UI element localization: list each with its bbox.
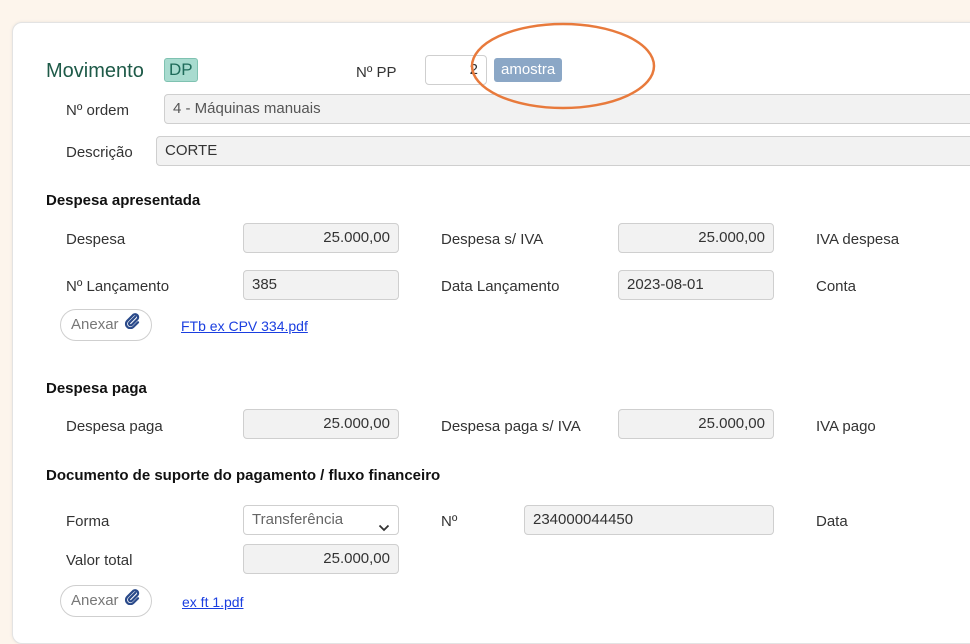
forma-label: Forma — [66, 513, 110, 530]
sample-badge: amostra — [494, 58, 563, 82]
valor-total-label: Valor total — [66, 552, 133, 569]
paperclip-icon — [123, 586, 141, 616]
forma-select[interactable]: Transferência — [243, 505, 399, 535]
despesa-siva-field[interactable]: 25.000,00 — [618, 223, 774, 253]
pagamento-file-link[interactable]: ex ft 1.pdf — [182, 594, 243, 610]
lancamento-field[interactable]: 385 — [243, 270, 399, 300]
despesa-paga-siva-label: Despesa paga s/ IVA — [441, 418, 581, 435]
despesa-label: Despesa — [66, 231, 126, 248]
data-lancamento-field[interactable]: 2023-08-01 — [618, 270, 774, 300]
page-title: Movimento — [46, 60, 144, 82]
data-pagamento-label: Data — [816, 513, 848, 530]
despesa-paga-label: Despesa paga — [66, 418, 163, 435]
data-lancamento-label: Data Lançamento — [441, 278, 560, 295]
descricao-label: Descrição — [66, 144, 133, 161]
anexar-label: Anexar — [71, 316, 119, 333]
ordem-label: Nº ordem — [66, 102, 129, 119]
numero-field[interactable]: 234000044450 — [524, 505, 774, 535]
ordem-field[interactable]: 4 - Máquinas manuais — [164, 94, 970, 124]
valor-total-field[interactable]: 25.000,00 — [243, 544, 399, 574]
iva-despesa-label: IVA despesa — [816, 231, 900, 248]
file-link[interactable]: FTb ex CPV 334.pdf — [181, 318, 308, 334]
chevron-down-icon — [378, 515, 390, 543]
despesa-siva-label: Despesa s/ IVA — [441, 231, 544, 248]
despesa-paga-siva-field[interactable]: 25.000,00 — [618, 409, 774, 439]
despesa-paga-field[interactable]: 25.000,00 — [243, 409, 399, 439]
anexar-pagamento-label: Anexar — [71, 592, 119, 609]
type-badge: DP — [164, 58, 198, 82]
pp-label: Nº PP — [356, 64, 397, 81]
section-despesa-apresentada: Despesa apresentada — [46, 192, 201, 209]
section-despesa-paga: Despesa paga — [46, 380, 147, 397]
anexar-pagamento-button[interactable]: Anexar — [60, 585, 152, 617]
lancamento-label: Nº Lançamento — [66, 278, 170, 295]
forma-select-value: Transferência — [252, 511, 344, 528]
descricao-field[interactable]: CORTE — [156, 136, 970, 166]
paperclip-icon — [123, 310, 141, 340]
despesa-field[interactable]: 25.000,00 — [243, 223, 399, 253]
iva-pago-label: IVA pago — [816, 418, 876, 435]
conta-label: Conta — [816, 278, 857, 295]
pp-field[interactable]: 2 — [425, 55, 487, 85]
section-pagamento: Documento de suporte do pagamento / flux… — [46, 467, 441, 484]
anexar-button[interactable]: Anexar — [60, 309, 152, 341]
numero-label: Nº — [441, 513, 458, 530]
